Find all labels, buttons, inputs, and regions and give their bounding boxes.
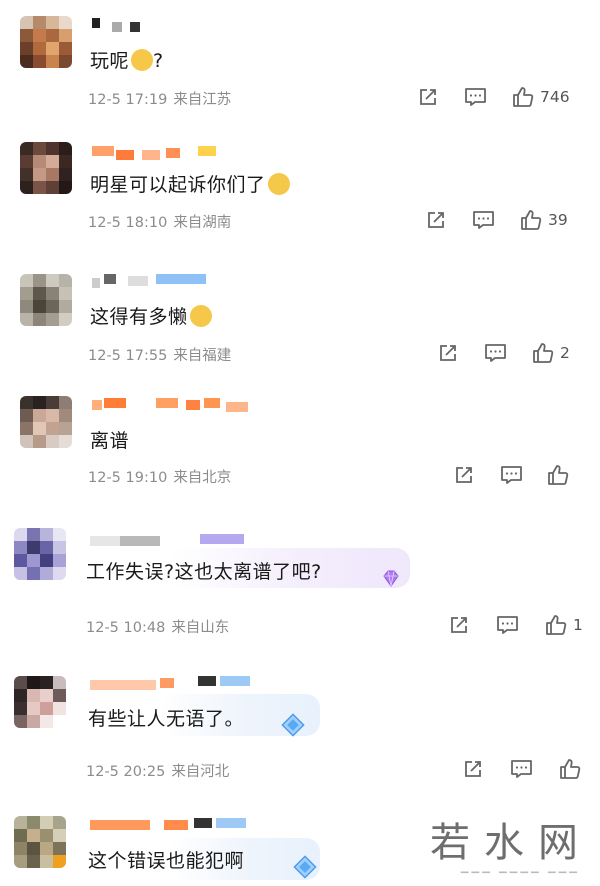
comment-button[interactable] bbox=[510, 758, 533, 780]
like-count: 1 bbox=[573, 616, 583, 634]
comment-button[interactable] bbox=[500, 464, 523, 486]
comment-icon bbox=[465, 88, 486, 106]
comment-button[interactable] bbox=[464, 86, 487, 108]
comment-text: 这得有多懒 bbox=[90, 302, 212, 329]
repost-icon bbox=[456, 467, 472, 483]
repost-icon bbox=[420, 89, 436, 105]
thumbs-up-icon bbox=[560, 759, 581, 779]
comment-location: 来自河北 bbox=[171, 764, 230, 780]
repost-icon bbox=[440, 345, 456, 361]
repost-icon bbox=[451, 617, 467, 633]
comment-text: 这个错误也能犯啊 bbox=[88, 850, 245, 872]
comment-location: 来自山东 bbox=[171, 620, 230, 636]
like-button[interactable]: 746 bbox=[511, 85, 570, 109]
repost-button[interactable] bbox=[453, 464, 475, 486]
username-redacted[interactable] bbox=[92, 272, 212, 290]
comment-date: 12-5 10:48 bbox=[86, 620, 166, 636]
comment-date: 12-5 19:10 bbox=[88, 470, 168, 486]
comment-text: 明星可以起诉你们了 bbox=[90, 170, 290, 197]
comment-icon bbox=[473, 211, 494, 229]
avatar[interactable] bbox=[14, 676, 66, 728]
comment-date: 12-5 17:19 bbox=[88, 92, 168, 108]
username-redacted[interactable] bbox=[90, 530, 250, 548]
repost-button[interactable] bbox=[448, 614, 470, 636]
username-redacted[interactable] bbox=[90, 672, 260, 690]
comment-meta: 12-5 17:55 来自福建 bbox=[88, 344, 231, 365]
repost-button[interactable] bbox=[437, 342, 459, 364]
like-button[interactable]: 1 bbox=[544, 613, 583, 637]
comment-meta: 12-5 10:48 来自山东 bbox=[86, 616, 229, 637]
thumbs-up-icon bbox=[513, 87, 534, 107]
comment-button[interactable] bbox=[496, 614, 519, 636]
repost-button[interactable] bbox=[462, 758, 484, 780]
avatar[interactable] bbox=[20, 274, 72, 326]
username-redacted[interactable] bbox=[90, 814, 250, 832]
comment-meta: 12-5 17:19 来自江苏 bbox=[88, 88, 231, 109]
like-button[interactable] bbox=[546, 463, 575, 487]
watermark-underline: ▔▔▔ ▔▔▔▔ ▔▔▔ bbox=[460, 873, 580, 884]
username-redacted[interactable] bbox=[92, 396, 252, 414]
comment-meta: 12-5 20:25 来自河北 bbox=[86, 760, 229, 781]
like-button[interactable]: 39 bbox=[519, 208, 568, 232]
comment-icon bbox=[511, 760, 532, 778]
avatar[interactable] bbox=[20, 16, 72, 68]
repost-icon bbox=[428, 212, 444, 228]
repost-button[interactable] bbox=[417, 86, 439, 108]
comment-text: 离谱 bbox=[90, 430, 130, 452]
username-redacted[interactable] bbox=[92, 142, 222, 160]
comment-location: 来自江苏 bbox=[173, 92, 232, 108]
comment-meta: 12-5 18:10 来自湖南 bbox=[88, 211, 231, 232]
like-count: 39 bbox=[548, 211, 568, 229]
thinking-emoji bbox=[131, 49, 154, 71]
like-button[interactable]: 2 bbox=[531, 341, 570, 365]
comment-icon bbox=[501, 466, 522, 484]
comment-icon bbox=[497, 616, 518, 634]
comment-location: 来自福建 bbox=[173, 348, 232, 364]
comment-text: 工作失误?这也太离谱了吧? bbox=[86, 561, 322, 583]
like-button[interactable] bbox=[558, 757, 587, 781]
thumbs-up-icon bbox=[548, 465, 569, 485]
repost-icon bbox=[465, 761, 481, 777]
comment-text: 玩呢? bbox=[90, 49, 164, 72]
avatar[interactable] bbox=[20, 396, 72, 448]
like-count: 2 bbox=[560, 344, 570, 362]
avatar[interactable] bbox=[20, 142, 72, 194]
comment-meta: 12-5 19:10 来自北京 bbox=[88, 466, 231, 487]
comment-icon bbox=[485, 344, 506, 362]
avatar[interactable] bbox=[14, 528, 66, 580]
laugh-tears-emoji bbox=[189, 305, 212, 327]
comment-location: 来自湖南 bbox=[173, 215, 232, 231]
purple-diamond-badge-icon bbox=[383, 570, 399, 587]
comment-location: 来自北京 bbox=[173, 470, 232, 486]
blue-diamond-badge-icon bbox=[293, 855, 317, 879]
grin-emoji bbox=[267, 173, 290, 195]
watermark-text: 若水网 bbox=[430, 820, 592, 866]
like-count: 746 bbox=[540, 88, 570, 106]
avatar[interactable] bbox=[14, 816, 66, 868]
comment-date: 12-5 17:55 bbox=[88, 348, 168, 364]
comment-text: 有些让人无语了。 bbox=[88, 708, 245, 730]
blue-diamond-badge-icon bbox=[281, 713, 305, 737]
comment-date: 12-5 20:25 bbox=[86, 764, 166, 780]
thumbs-up-icon bbox=[546, 615, 567, 635]
username-redacted[interactable] bbox=[92, 16, 152, 34]
comment-button[interactable] bbox=[472, 209, 495, 231]
thumbs-up-icon bbox=[521, 210, 542, 230]
comment-button[interactable] bbox=[484, 342, 507, 364]
thumbs-up-icon bbox=[533, 343, 554, 363]
repost-button[interactable] bbox=[425, 209, 447, 231]
comment-date: 12-5 18:10 bbox=[88, 215, 168, 231]
